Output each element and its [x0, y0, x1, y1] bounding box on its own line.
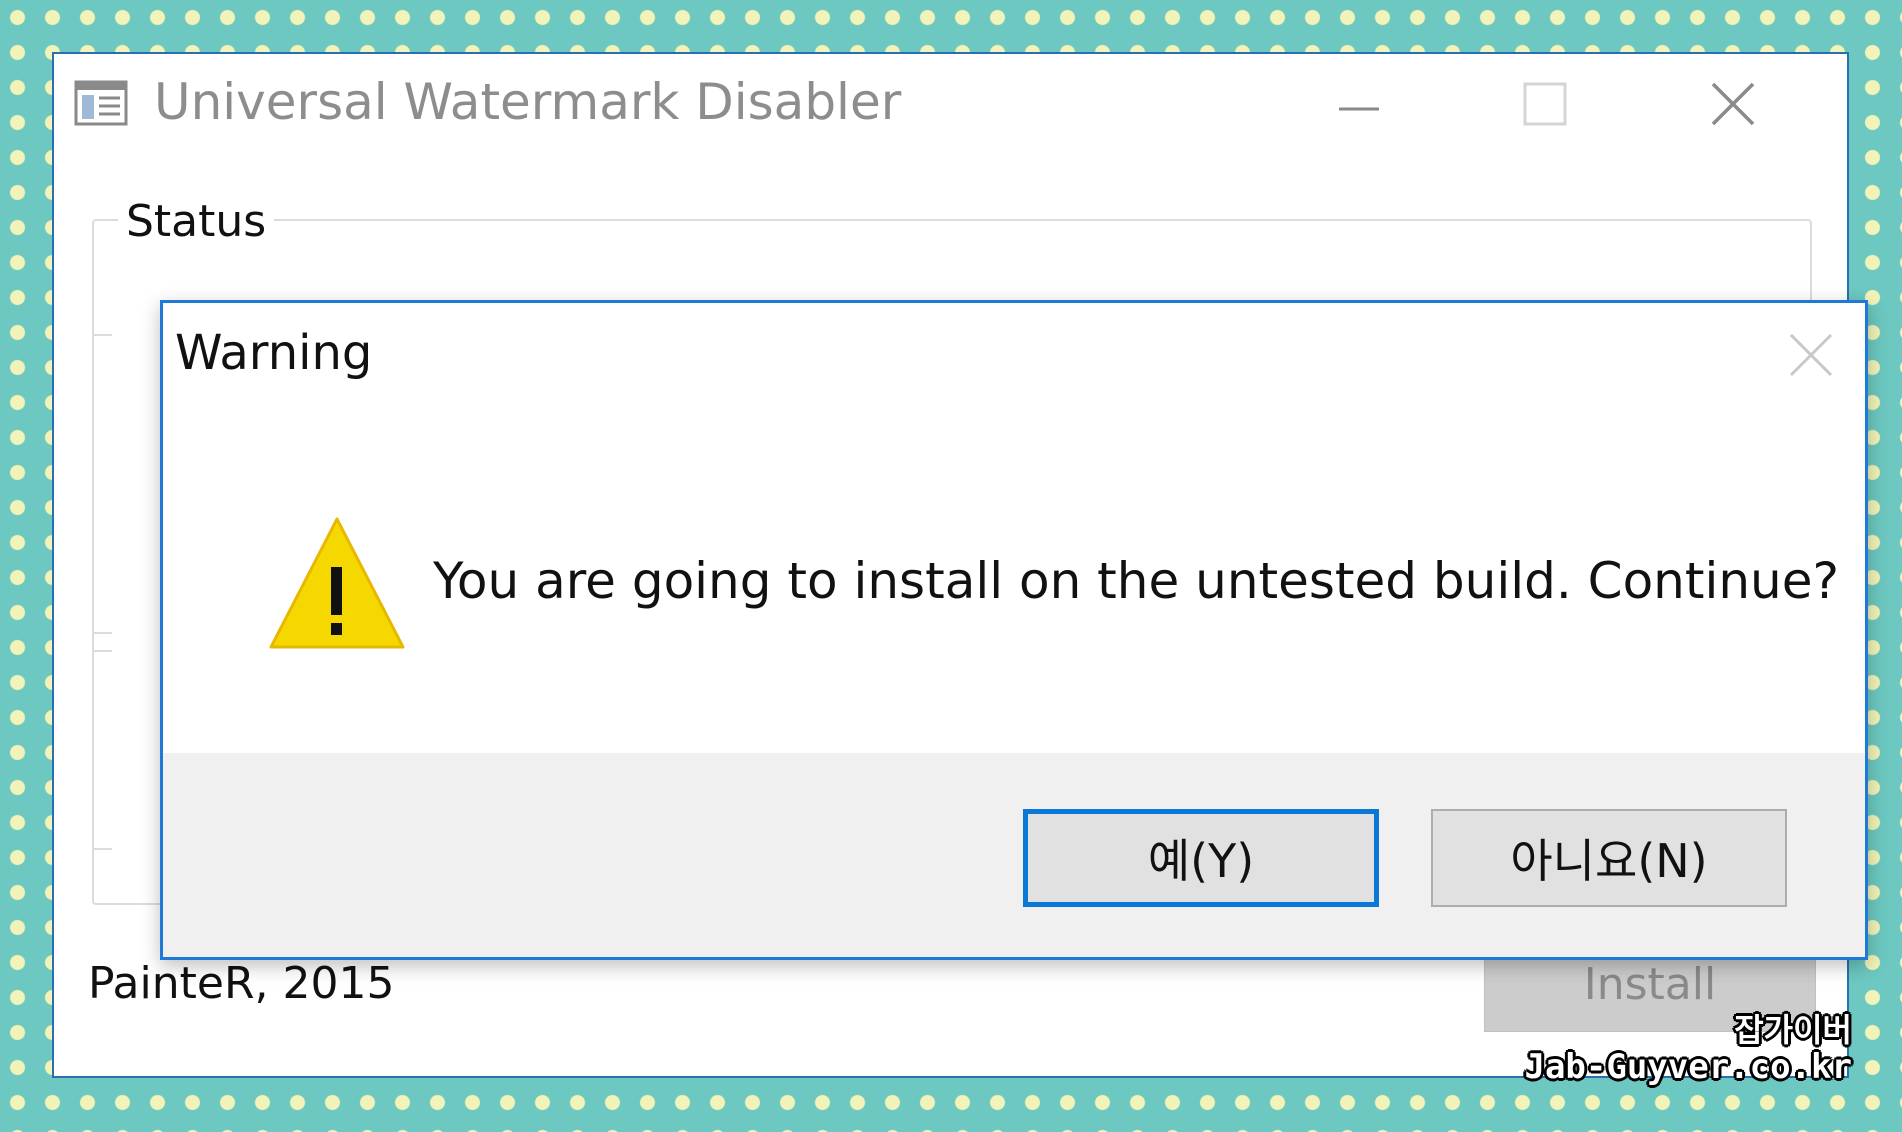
- dialog-close-button[interactable]: [1775, 323, 1847, 387]
- status-inner-frame-bottom: [92, 650, 112, 850]
- maximize-icon: [1523, 82, 1567, 126]
- warning-dialog: Warning You are going to install on the …: [160, 300, 1868, 960]
- maximize-button[interactable]: [1490, 64, 1600, 144]
- dialog-button-bar: 예(Y) 아니요(N): [163, 753, 1865, 957]
- no-button[interactable]: 아니요(N): [1431, 809, 1787, 907]
- status-inner-frame-top: [92, 334, 112, 634]
- credit-text: PainteR, 2015: [88, 958, 395, 1009]
- minimize-icon: [1339, 107, 1379, 111]
- site-watermark: 잡가이버 Jab-Guyver.co.kr: [1524, 1012, 1852, 1086]
- main-window: Universal Watermark Disabler Status Pain…: [52, 52, 1868, 1078]
- title-bar[interactable]: Universal Watermark Disabler: [54, 54, 1847, 154]
- app-window-icon: [74, 80, 128, 126]
- yes-button[interactable]: 예(Y): [1023, 809, 1379, 907]
- close-button[interactable]: [1680, 64, 1790, 144]
- dialog-message: You are going to install on the untested…: [433, 552, 1840, 610]
- watermark-domain: Jab-Guyver.co.kr: [1524, 1047, 1852, 1087]
- window-title: Universal Watermark Disabler: [154, 73, 902, 131]
- close-icon: [1711, 82, 1755, 126]
- dialog-title: Warning: [175, 325, 373, 381]
- status-group-label: Status: [118, 194, 275, 250]
- watermark-korean: 잡가이버: [1734, 1011, 1852, 1049]
- close-icon: [1789, 333, 1833, 377]
- warning-icon: [269, 517, 405, 649]
- minimize-button[interactable]: [1304, 64, 1414, 144]
